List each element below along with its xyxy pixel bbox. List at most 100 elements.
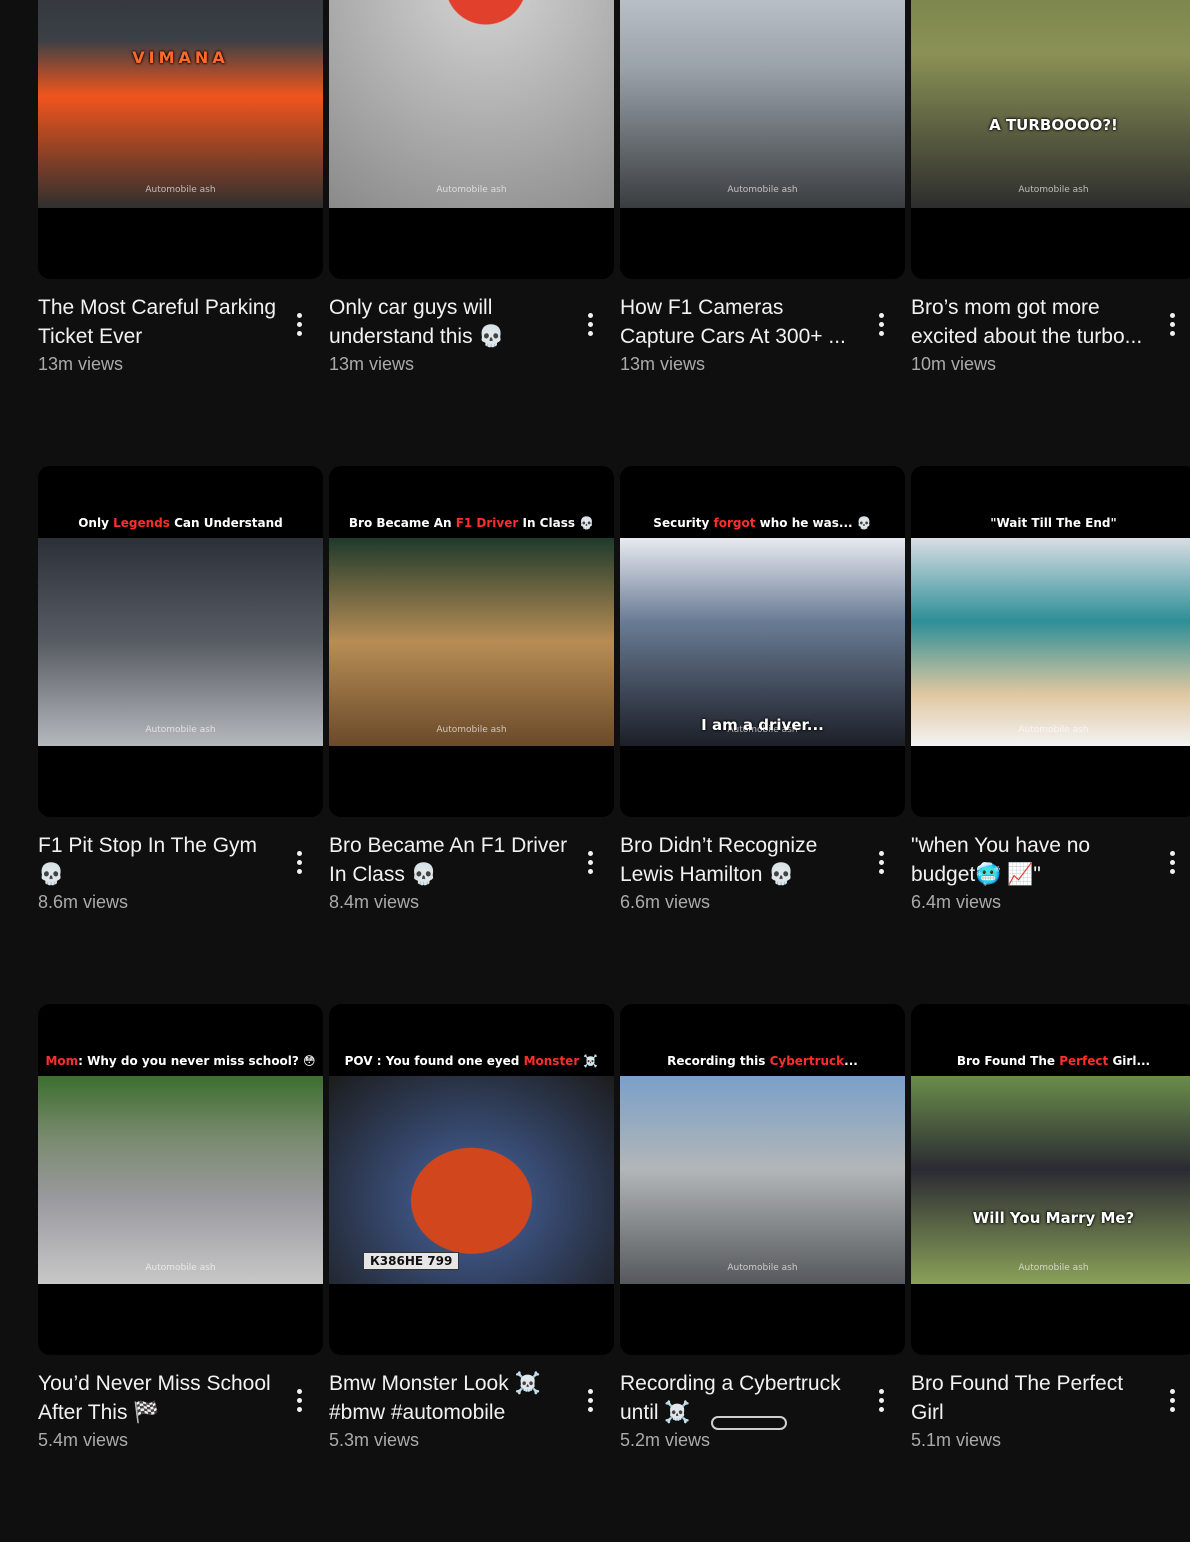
thumbnail-image bbox=[38, 0, 323, 208]
short-card[interactable]: "Wait Till The End" Automobile ash "when Y… bbox=[911, 466, 1190, 1004]
caption-text: ... bbox=[844, 1054, 858, 1068]
menu-dot bbox=[296, 330, 302, 336]
short-title[interactable]: Bro Found The Perfect Girl bbox=[911, 1369, 1151, 1427]
thumbnail-caption: "Wait Till The End" bbox=[911, 516, 1190, 530]
thumbnail-image bbox=[911, 1076, 1190, 1284]
more-vert-icon[interactable] bbox=[289, 309, 309, 339]
menu-dot bbox=[296, 850, 302, 856]
view-count: 13m views bbox=[38, 354, 124, 374]
menu-dot bbox=[296, 1388, 302, 1394]
short-card[interactable]: Recording this Cybertruck... Automobile a… bbox=[620, 1004, 905, 1542]
thumbnail-caption: Security forgot who he was... 💀 bbox=[620, 516, 905, 530]
caption-highlight: Perfect bbox=[1059, 1054, 1109, 1068]
menu-dot bbox=[587, 1388, 593, 1394]
short-title[interactable]: Bro Became An F1 Driver In Class 💀 bbox=[329, 831, 569, 889]
short-title[interactable]: "when You have no budget🥶 📈" bbox=[911, 831, 1151, 889]
watermark: Automobile ash bbox=[727, 185, 798, 195]
view-count: 8.6m views bbox=[38, 892, 129, 912]
more-vert-icon[interactable] bbox=[1162, 309, 1182, 339]
caption-text: Can Understand bbox=[169, 516, 283, 530]
more-vert-icon[interactable] bbox=[871, 1385, 891, 1415]
short-thumbnail[interactable]: Only Legends Can Understand Automobile as… bbox=[38, 466, 323, 817]
caption-highlight: Legends bbox=[113, 516, 170, 530]
caption-text: Recording this bbox=[667, 1054, 770, 1068]
short-title[interactable]: Only car guys will understand this 💀 bbox=[329, 293, 569, 351]
menu-dot bbox=[1169, 312, 1175, 318]
caption-text: Girl... bbox=[1108, 1054, 1151, 1068]
short-card[interactable]: POV : You found one eyed Monster ☠️ К386Н… bbox=[329, 1004, 614, 1542]
caption-text: POV : You found one eyed bbox=[344, 1054, 524, 1068]
short-title[interactable]: The Most Careful Parking Ticket Ever bbox=[38, 293, 278, 351]
short-card[interactable]: Security forgot who he was... 💀 I am a dr… bbox=[620, 466, 905, 1004]
watermark: Automobile ash bbox=[727, 1263, 798, 1273]
short-title[interactable]: Bro Didn’t Recognize Lewis Hamilton 💀 bbox=[620, 831, 860, 889]
short-thumbnail[interactable]: Bro Found The Perfect Girl... Will You Ma… bbox=[911, 1004, 1190, 1355]
more-vert-icon[interactable] bbox=[1162, 847, 1182, 877]
watermark: Automobile ash bbox=[145, 725, 216, 735]
thumbnail-overlay-text: A TURBOOOO?! bbox=[989, 116, 1118, 134]
short-card[interactable]: VIMANA Automobile ash The Most Careful Par… bbox=[38, 0, 323, 466]
more-vert-icon[interactable] bbox=[580, 847, 600, 877]
short-card[interactable]: Bro Found The Perfect Girl... Will You Ma… bbox=[911, 1004, 1190, 1542]
thumbnail-overlay-text: VIMANA bbox=[132, 48, 229, 67]
short-meta: You’d Never Miss School After This 🏁 5.4m… bbox=[38, 1355, 323, 1451]
thumbnail-image bbox=[38, 538, 323, 746]
short-title[interactable]: Bmw Monster Look ☠️ #bmw #automobile bbox=[329, 1369, 569, 1427]
view-count: 8.4m views bbox=[329, 892, 420, 912]
short-title[interactable]: How F1 Cameras Capture Cars At 300+ ... bbox=[620, 293, 860, 351]
short-card[interactable]: Automobile ash Only car guys will underst… bbox=[329, 0, 614, 466]
more-vert-icon[interactable] bbox=[289, 1385, 309, 1415]
short-title[interactable]: You’d Never Miss School After This 🏁 bbox=[38, 1369, 278, 1427]
short-thumbnail[interactable]: Security forgot who he was... 💀 I am a dr… bbox=[620, 466, 905, 817]
more-vert-icon[interactable] bbox=[580, 1385, 600, 1415]
watermark: Automobile ash bbox=[436, 725, 507, 735]
more-vert-icon[interactable] bbox=[871, 847, 891, 877]
short-thumbnail[interactable]: VIMANA Automobile ash bbox=[38, 0, 323, 279]
menu-dot bbox=[1169, 1388, 1175, 1394]
menu-dot bbox=[296, 868, 302, 874]
thumbnail-caption: Recording this Cybertruck... bbox=[620, 1054, 905, 1068]
scroll-indicator[interactable] bbox=[711, 1416, 787, 1430]
more-vert-icon[interactable] bbox=[1162, 1385, 1182, 1415]
more-vert-icon[interactable] bbox=[580, 309, 600, 339]
view-count: 5.2m views bbox=[620, 1430, 711, 1450]
short-thumbnail[interactable]: Bro Became An F1 Driver In Class 💀 Automo… bbox=[329, 466, 614, 817]
short-thumbnail[interactable]: Automobile ash bbox=[620, 0, 905, 279]
short-thumbnail[interactable]: Automobile ash bbox=[329, 0, 614, 279]
short-card[interactable]: Mom: Why do you never miss school? 😳 Auto… bbox=[38, 1004, 323, 1542]
menu-dot bbox=[587, 321, 593, 327]
short-title[interactable]: F1 Pit Stop In The Gym 💀 bbox=[38, 831, 278, 889]
short-title[interactable]: Bro’s mom got more excited about the tur… bbox=[911, 293, 1151, 351]
short-card[interactable]: Bro Became An F1 Driver In Class 💀 Automo… bbox=[329, 466, 614, 1004]
menu-dot bbox=[878, 321, 884, 327]
menu-dot bbox=[878, 312, 884, 318]
caption-text: Only bbox=[78, 516, 114, 530]
watermark: Automobile ash bbox=[1018, 1263, 1089, 1273]
short-card[interactable]: Automobile ash How F1 Cameras Capture Car… bbox=[620, 0, 905, 466]
watermark: Automobile ash bbox=[436, 185, 507, 195]
menu-dot bbox=[878, 330, 884, 336]
menu-dot bbox=[296, 1406, 302, 1412]
more-vert-icon[interactable] bbox=[871, 309, 891, 339]
short-thumbnail[interactable]: "Wait Till The End" Automobile ash bbox=[911, 466, 1190, 817]
more-vert-icon[interactable] bbox=[289, 847, 309, 877]
caption-text: Security bbox=[653, 516, 714, 530]
caption-text: ☠️ bbox=[579, 1054, 599, 1068]
watermark: Automobile ash bbox=[1018, 185, 1089, 195]
short-thumbnail[interactable]: A TURBOOOO?! Automobile ash bbox=[911, 0, 1190, 279]
short-thumbnail[interactable]: Recording this Cybertruck... Automobile a… bbox=[620, 1004, 905, 1355]
short-card[interactable]: A TURBOOOO?! Automobile ash Bro’s mom got … bbox=[911, 0, 1190, 466]
thumbnail-overlay-text: Will You Marry Me? bbox=[972, 1209, 1135, 1227]
short-meta: F1 Pit Stop In The Gym 💀 8.6m views bbox=[38, 817, 323, 913]
watermark: Automobile ash bbox=[145, 185, 216, 195]
menu-dot bbox=[1169, 321, 1175, 327]
short-meta: Only car guys will understand this 💀 13m … bbox=[329, 279, 614, 375]
thumbnail-image bbox=[911, 0, 1190, 208]
short-thumbnail[interactable]: POV : You found one eyed Monster ☠️ К386Н… bbox=[329, 1004, 614, 1355]
view-count: 6.6m views bbox=[620, 892, 711, 912]
caption-highlight: Mom bbox=[45, 1054, 79, 1068]
thumbnail-image bbox=[911, 538, 1190, 746]
thumbnail-image bbox=[329, 538, 614, 746]
short-thumbnail[interactable]: Mom: Why do you never miss school? 😳 Auto… bbox=[38, 1004, 323, 1355]
short-card[interactable]: Only Legends Can Understand Automobile as… bbox=[38, 466, 323, 1004]
